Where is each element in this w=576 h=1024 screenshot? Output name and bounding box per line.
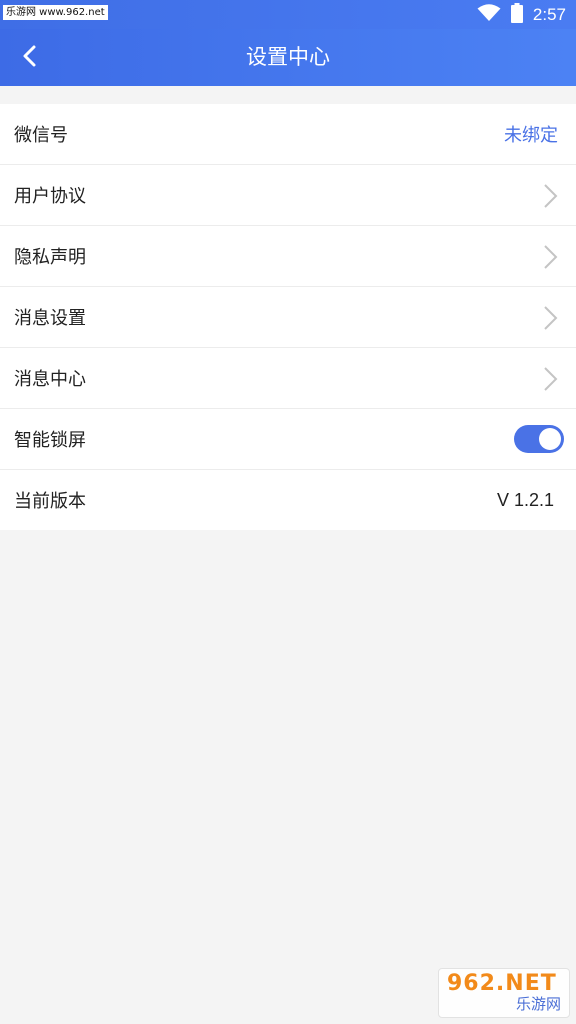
settings-row-version: 当前版本 V 1.2.1 — [0, 470, 576, 530]
row-label: 消息设置 — [14, 308, 86, 329]
battery-icon — [510, 2, 523, 27]
row-label: 微信号 — [14, 125, 68, 146]
toggle-knob — [539, 428, 561, 450]
row-label: 隐私声明 — [14, 247, 86, 268]
row-label: 智能锁屏 — [14, 430, 86, 451]
settings-row-message-settings[interactable]: 消息设置 — [0, 287, 576, 348]
settings-row-wechat[interactable]: 微信号 未绑定 — [0, 104, 576, 165]
status-bar: 乐游网 www.962.net 2:57 — [0, 0, 576, 29]
settings-row-user-agreement[interactable]: 用户协议 — [0, 165, 576, 226]
status-time: 2:57 — [532, 4, 566, 24]
chevron-right-icon — [542, 366, 558, 392]
settings-row-smart-lock: 智能锁屏 — [0, 409, 576, 470]
chevron-right-icon — [542, 305, 558, 331]
version-value: V 1.2.1 — [496, 489, 554, 510]
settings-list: 微信号 未绑定 用户协议 隐私声明 消息设置 消息中心 智能锁屏 当前版本 V … — [0, 104, 576, 530]
chevron-right-icon — [542, 244, 558, 270]
row-label: 用户协议 — [14, 186, 86, 207]
settings-row-privacy[interactable]: 隐私声明 — [0, 226, 576, 287]
site-watermark: 962.NET 乐游网 — [438, 968, 570, 1018]
row-label: 当前版本 — [14, 491, 86, 512]
settings-row-message-center[interactable]: 消息中心 — [0, 348, 576, 409]
page-title: 设置中心 — [246, 45, 330, 69]
nav-bar: 设置中心 — [0, 29, 576, 86]
wifi-icon — [477, 3, 501, 26]
status-icons: 2:57 — [477, 0, 566, 29]
watermark-site-name: 乐游网 — [515, 995, 561, 1013]
chevron-right-icon — [542, 183, 558, 209]
smart-lock-toggle[interactable] — [514, 425, 564, 453]
row-label: 消息中心 — [14, 369, 86, 390]
wechat-bind-status[interactable]: 未绑定 — [504, 121, 558, 147]
status-watermark: 乐游网 www.962.net — [3, 5, 108, 20]
